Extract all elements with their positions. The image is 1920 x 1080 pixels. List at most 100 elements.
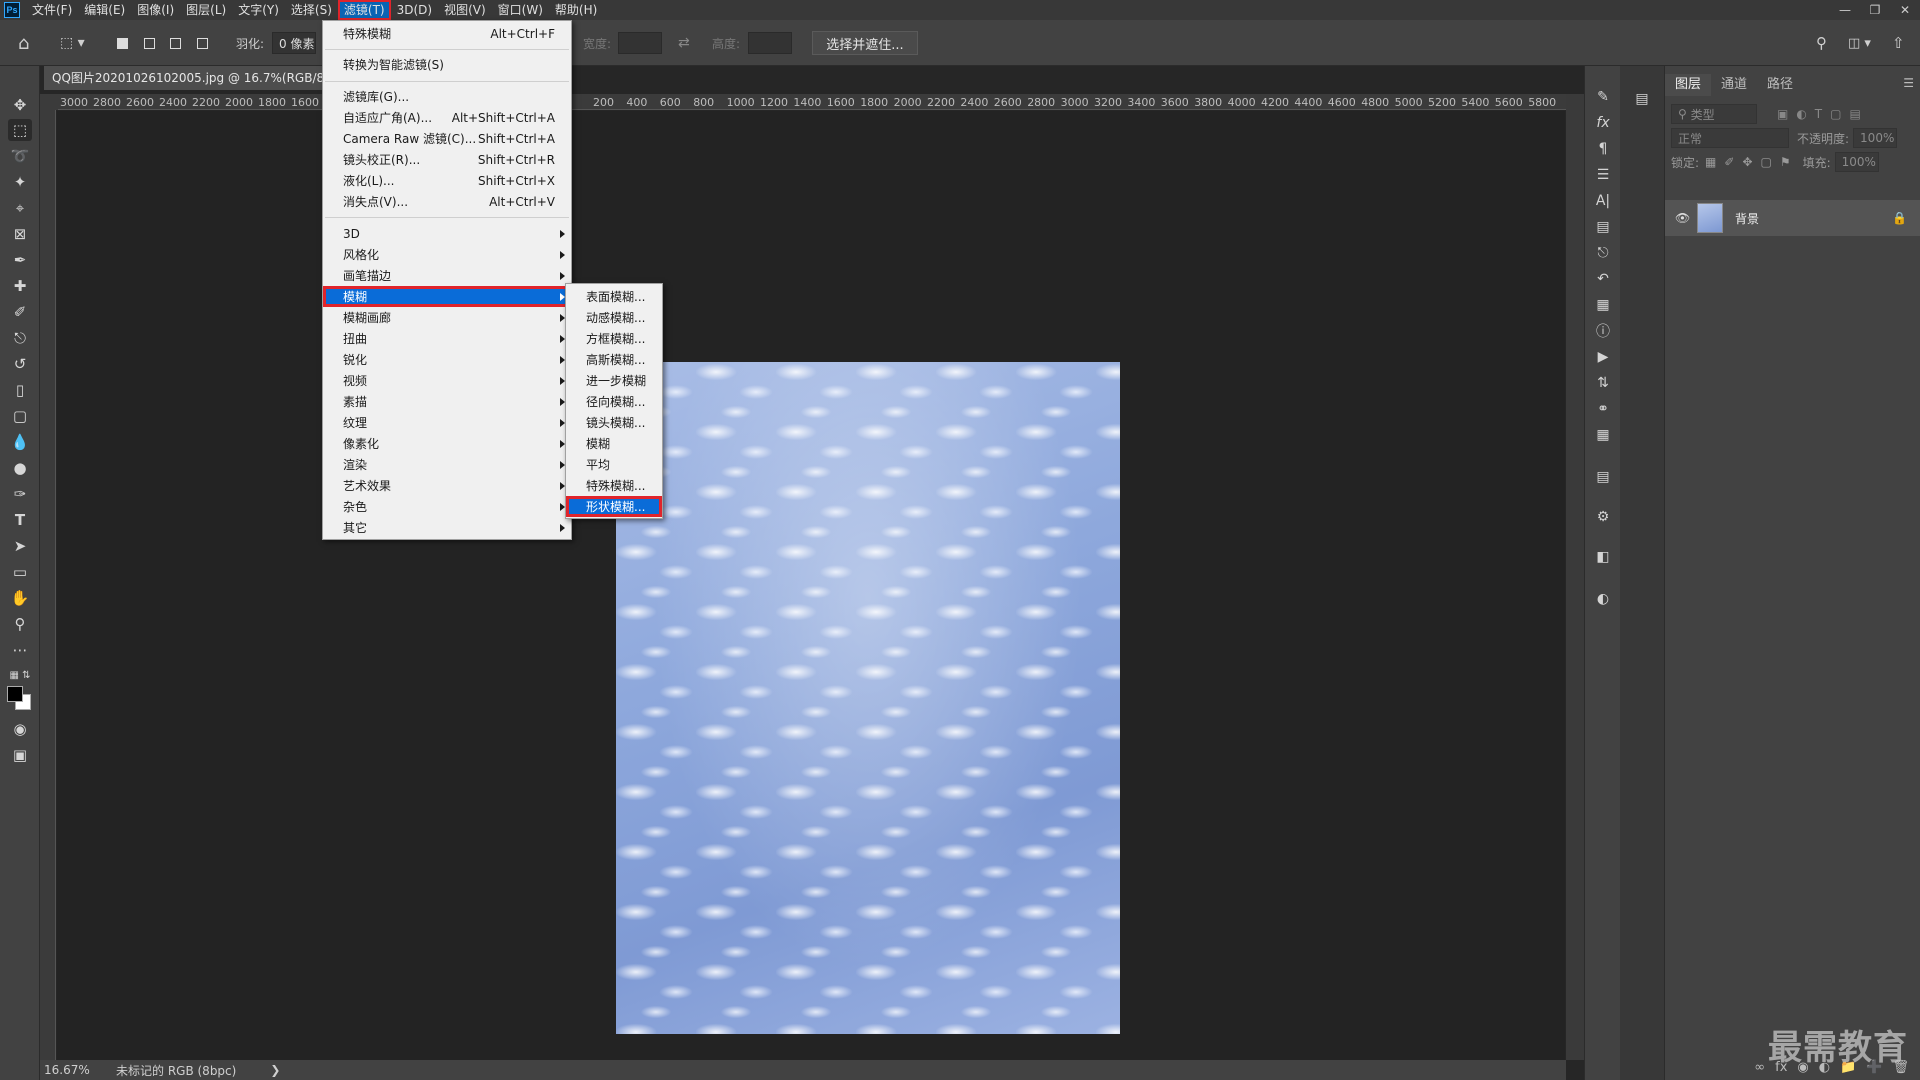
history-brush-tool-icon[interactable]: ↺ [8, 353, 32, 375]
menu-edit[interactable]: 编辑(E) [78, 0, 131, 20]
filter-menu-item[interactable]: 特殊模糊 Alt+Ctrl+F [323, 23, 571, 44]
add-selection-icon[interactable] [140, 34, 158, 52]
vertical-scrollbar[interactable] [1566, 94, 1584, 1060]
blur-submenu-item[interactable]: 径向模糊... [566, 391, 662, 412]
brushes-panel-icon[interactable]: ↶ [1591, 268, 1615, 290]
menu-file[interactable]: 文件(F) [26, 0, 78, 20]
filter-menu-item[interactable]: 纹理 [323, 412, 571, 433]
filter-menu-item[interactable]: 渲染 [323, 454, 571, 475]
filter-menu-item[interactable]: 滤镜库(G)... [323, 86, 571, 107]
actions-panel-icon[interactable]: ▶ [1591, 346, 1615, 368]
layer-filter-icons[interactable]: ▣◐T▢▤ [1777, 107, 1869, 121]
tab-layers[interactable]: 图层 [1665, 74, 1712, 96]
clone-source-panel-icon[interactable]: ⎋ [1591, 242, 1615, 264]
menu-view[interactable]: 视图(V) [438, 0, 492, 20]
menu-window[interactable]: 窗口(W) [492, 0, 549, 20]
swap-icon[interactable]: ⇄ [678, 33, 690, 53]
filter-menu-item[interactable]: 素描 [323, 391, 571, 412]
frame-tool-icon[interactable]: ⊠ [8, 223, 32, 245]
notes-panel-icon[interactable]: ▤ [1591, 466, 1615, 488]
info-panel-icon[interactable]: ⓘ [1591, 320, 1615, 342]
eye-visibility-icon[interactable]: 👁 [1675, 211, 1690, 225]
paragraph-panel-icon[interactable]: ¶ [1591, 138, 1615, 160]
pen-tool-icon[interactable]: ✑ [8, 483, 32, 505]
canvas-area[interactable] [57, 111, 1565, 1060]
filter-menu-item[interactable]: 3D [323, 223, 571, 244]
foreground-color-swatch[interactable] [7, 686, 23, 702]
blur-submenu-item[interactable]: 镜头模糊... [566, 412, 662, 433]
crop-tool-icon[interactable]: ⌖ [8, 197, 32, 219]
link-layers-icon[interactable]: ∞ [1754, 1060, 1765, 1075]
properties-panel-icon[interactable]: ▤ [1591, 216, 1615, 238]
color-panel-icon[interactable]: ◐ [1591, 588, 1615, 610]
new-selection-icon[interactable] [113, 34, 131, 52]
lock-icons[interactable]: ▦✐✥▢⚑ [1705, 155, 1799, 169]
rect-marquee-preset-icon[interactable]: ⬚ ▾ [60, 33, 85, 53]
search-icon[interactable]: ⚲ [1816, 33, 1827, 53]
eyedropper-tool-icon[interactable]: ✒ [8, 249, 32, 271]
blur-submenu-item[interactable]: 模糊 [566, 433, 662, 454]
quick-select-tool-icon[interactable]: ✦ [8, 171, 32, 193]
eraser-tool-icon[interactable]: ▯ [8, 379, 32, 401]
filter-menu-item[interactable]: 模糊画廊 [323, 307, 571, 328]
swatches-panel-icon[interactable]: ▦ [1591, 424, 1615, 446]
blur-submenu-item[interactable]: 动感模糊... [566, 307, 662, 328]
panel-menu-icon[interactable]: ☰ [1903, 76, 1914, 90]
filter-menu-item[interactable]: Camera Raw 滤镜(C)... Shift+Ctrl+A [323, 128, 571, 149]
filter-menu-item[interactable]: 其它 [323, 517, 571, 538]
brush-tool-icon[interactable]: ✐ [8, 301, 32, 323]
rectangle-tool-icon[interactable]: ▭ [8, 561, 32, 583]
filter-menu-item[interactable]: 模糊 [323, 286, 571, 307]
workspace-icon[interactable]: ◫ ▾ [1848, 33, 1871, 53]
lasso-tool-icon[interactable]: ➰ [8, 145, 32, 167]
filter-menu-item[interactable]: 扭曲 [323, 328, 571, 349]
3d-panel-icon[interactable]: ⚭ [1591, 398, 1615, 420]
gradient-tool-icon[interactable]: ▢ [8, 405, 32, 427]
libraries-panel-icon[interactable]: ◧ [1591, 546, 1615, 568]
blur-submenu-item[interactable]: 平均 [566, 454, 662, 475]
blur-submenu-item[interactable]: 方框模糊... [566, 328, 662, 349]
select-and-mask-button[interactable]: 选择并遮住... [812, 31, 918, 55]
filter-menu-item[interactable]: 镜头校正(R)... Shift+Ctrl+R [323, 149, 571, 170]
menu-image[interactable]: 图像(I) [131, 0, 180, 20]
navigator-panel-icon[interactable]: ▤ [1630, 88, 1654, 110]
blur-submenu-item[interactable]: 表面模糊... [566, 286, 662, 307]
filter-menu-item[interactable]: 锐化 [323, 349, 571, 370]
timeline-panel-icon[interactable]: ⇅ [1591, 372, 1615, 394]
menu-type[interactable]: 文字(Y) [232, 0, 285, 20]
filter-menu-item[interactable]: 消失点(V)... Alt+Ctrl+V [323, 191, 571, 212]
filter-menu-item[interactable]: 像素化 [323, 433, 571, 454]
quick-mask-icon[interactable]: ◉ [8, 718, 32, 740]
filter-menu-item[interactable]: 自适应广角(A)... Alt+Shift+Ctrl+A [323, 107, 571, 128]
history-panel-icon[interactable]: ✎ [1591, 86, 1615, 108]
character-panel-icon[interactable]: A| [1591, 190, 1615, 212]
minimize-icon[interactable]: — [1830, 0, 1860, 20]
document-image-sky-clouds[interactable] [616, 362, 1120, 1034]
screen-mode-icon[interactable]: ▣ [8, 744, 32, 766]
filter-menu-item[interactable]: 液化(L)... Shift+Ctrl+X [323, 170, 571, 191]
stamp-tool-icon[interactable]: ⎋ [8, 327, 32, 349]
intersect-selection-icon[interactable] [193, 34, 211, 52]
filter-menu-item[interactable]: 风格化 [323, 244, 571, 265]
layer-filter-select[interactable]: ⚲ 类型 [1671, 104, 1757, 124]
menu-3d[interactable]: 3D(D) [391, 0, 438, 20]
adjustments-panel-icon[interactable]: ☰ [1591, 164, 1615, 186]
menu-help[interactable]: 帮助(H) [549, 0, 603, 20]
blend-mode-select[interactable]: 正常 [1671, 128, 1789, 148]
fill-input[interactable]: 100% [1834, 152, 1879, 172]
filter-menu-item[interactable]: 杂色 [323, 496, 571, 517]
rect-marquee-tool-icon[interactable]: ⬚ [8, 119, 32, 141]
fx-panel-icon[interactable]: fx [1591, 112, 1615, 134]
opacity-input[interactable]: 100% [1853, 128, 1898, 148]
learn-panel-icon[interactable]: ⚙ [1591, 506, 1615, 528]
more-tools-icon[interactable]: ⋯ [8, 639, 32, 661]
feather-input[interactable]: 0 像素 [272, 32, 316, 54]
width-input[interactable] [618, 32, 662, 54]
zoom-level[interactable]: 16.67% [44, 1063, 104, 1077]
move-tool-icon[interactable]: ✥ [8, 94, 32, 116]
restore-icon[interactable]: ❐ [1860, 0, 1890, 20]
dodge-tool-icon[interactable]: ● [8, 457, 32, 479]
subtract-selection-icon[interactable] [166, 34, 184, 52]
blur-submenu-item[interactable]: 特殊模糊... [566, 475, 662, 496]
hand-tool-icon[interactable]: ✋ [8, 587, 32, 609]
